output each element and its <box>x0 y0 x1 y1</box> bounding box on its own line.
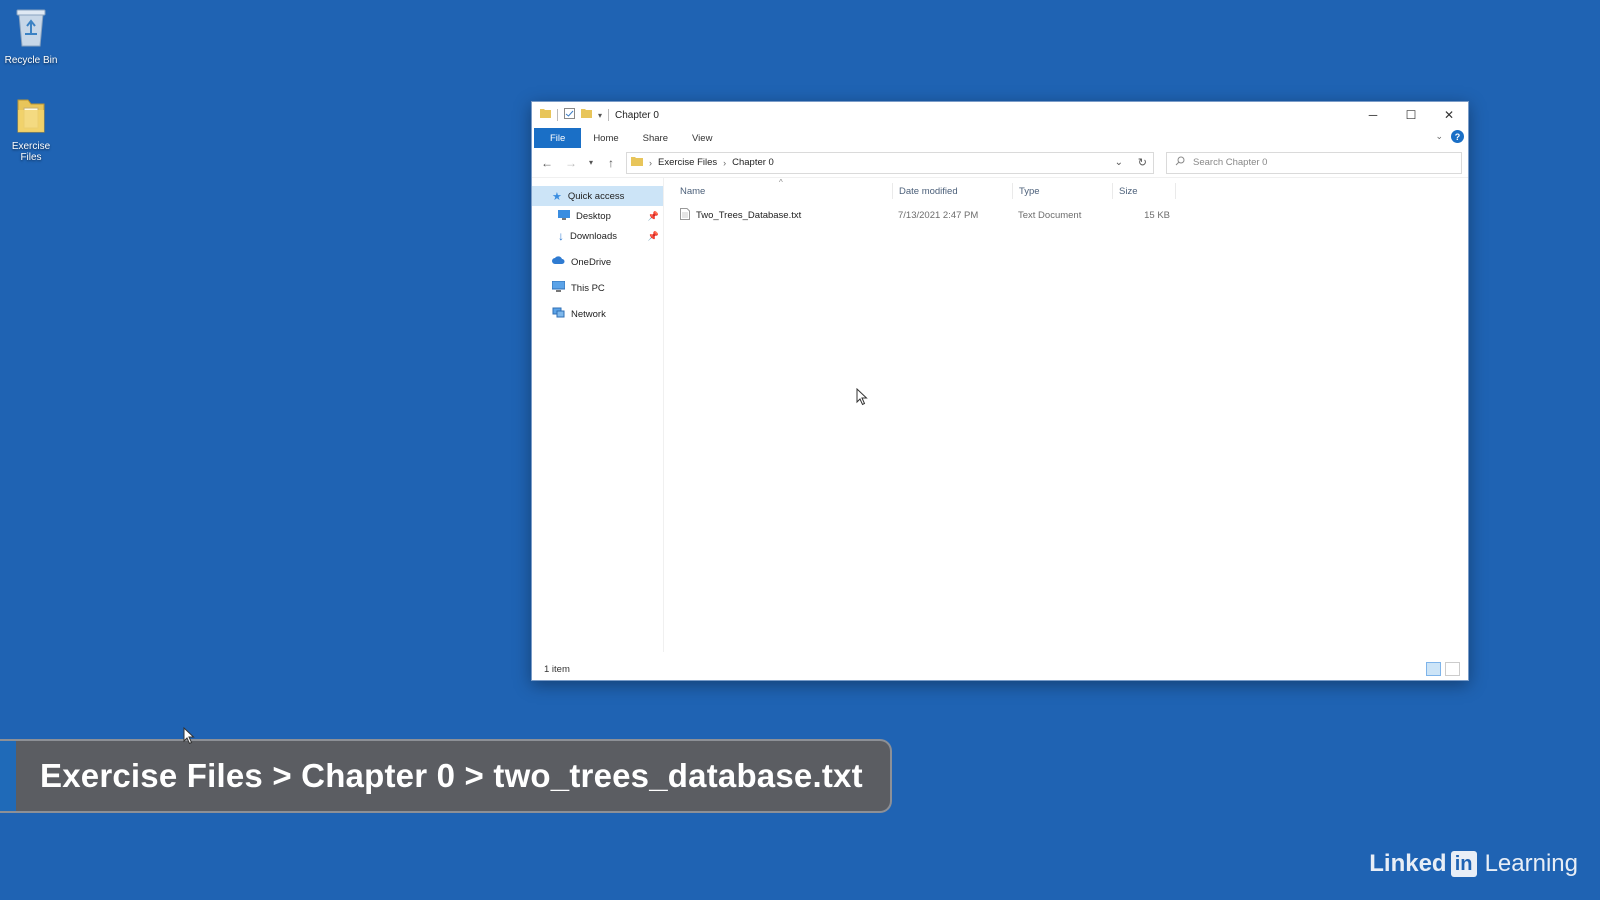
nav-item-label: Quick access <box>567 190 625 202</box>
folder-icon <box>0 96 62 137</box>
item-count: 1 item <box>544 663 570 675</box>
recent-locations-icon[interactable]: ▾ <box>586 158 596 167</box>
window-title: Chapter 0 <box>615 109 659 121</box>
nav-item-label: Network <box>571 308 606 320</box>
tab-view[interactable]: View <box>680 128 724 148</box>
file-list-pane[interactable]: ^ Name Date modified Type Size Two_Trees… <box>664 178 1468 652</box>
breadcrumb-chapter-0[interactable]: Chapter 0 <box>732 157 774 168</box>
file-size: 15 KB <box>1144 209 1170 221</box>
file-date: 7/13/2021 2:47 PM <box>898 209 979 221</box>
file-explorer-window[interactable]: ▾ Chapter 0 ─ ☐ ✕ File Home Share View ⌄… <box>531 101 1469 681</box>
breadcrumb-exercise-files[interactable]: Exercise Files <box>658 157 717 168</box>
download-arrow-icon: ↓ <box>558 229 564 243</box>
column-header-size[interactable]: Size <box>1112 183 1176 199</box>
quick-access-toolbar: ▾ <box>540 108 610 122</box>
nav-item-label: OneDrive <box>571 256 612 268</box>
address-row: ← → ▾ ↑ › Exercise Files › Chapter 0 ⌄ ↻… <box>532 148 1468 178</box>
search-box[interactable]: Search Chapter 0 <box>1166 151 1462 174</box>
nav-item-this-pc[interactable]: This PC <box>532 278 663 298</box>
search-icon <box>1175 156 1185 169</box>
linkedin-learning-logo: Linked in Learning <box>1369 850 1578 878</box>
title-bar[interactable]: ▾ Chapter 0 ─ ☐ ✕ <box>532 102 1468 128</box>
nav-item-desktop[interactable]: Desktop 📌 <box>532 206 663 226</box>
text-file-icon <box>680 207 690 223</box>
recycle-bin-icon <box>0 6 62 51</box>
divider <box>557 109 558 121</box>
tab-file[interactable]: File <box>534 128 582 148</box>
mouse-cursor-icon <box>183 726 195 750</box>
maximize-icon[interactable]: ☐ <box>1392 102 1430 128</box>
pin-icon[interactable]: 📌 <box>648 211 659 222</box>
forward-arrow-icon[interactable]: → <box>562 156 580 170</box>
caption-accent-bar <box>0 741 16 811</box>
column-header-type[interactable]: Type <box>1012 183 1112 199</box>
sort-ascending-icon: ^ <box>779 178 783 187</box>
cloud-icon <box>552 256 565 268</box>
desktop-icon <box>558 209 570 223</box>
file-type: Text Document <box>1018 209 1082 221</box>
help-icon[interactable]: ? <box>1451 130 1464 143</box>
tab-share[interactable]: Share <box>631 128 680 148</box>
tab-home[interactable]: Home <box>581 128 630 148</box>
expand-ribbon-icon[interactable]: ⌄ <box>1435 131 1443 142</box>
pin-icon[interactable]: 📌 <box>648 231 659 242</box>
computer-icon <box>551 280 566 295</box>
column-header-name[interactable]: Name <box>680 186 892 197</box>
large-icons-view-icon[interactable] <box>1445 662 1460 676</box>
nav-item-onedrive[interactable]: OneDrive <box>532 252 663 272</box>
nav-item-downloads[interactable]: ↓ Downloads 📌 <box>532 226 663 246</box>
pin-icon: ★ <box>552 190 562 203</box>
close-icon[interactable]: ✕ <box>1430 102 1468 128</box>
up-arrow-icon[interactable]: ↑ <box>602 156 620 170</box>
file-row[interactable]: Two_Trees_Database.txt 7/13/2021 2:47 PM… <box>664 204 1468 226</box>
brand-learning: Learning <box>1484 850 1578 877</box>
ribbon-tabs: File Home Share View ⌄ ? <box>532 128 1468 148</box>
desktop-icon-label: Recycle Bin <box>4 55 58 66</box>
folder-icon <box>540 108 551 122</box>
properties-icon[interactable] <box>564 108 575 122</box>
new-folder-icon[interactable] <box>581 108 592 122</box>
brand-in-badge: in <box>1450 851 1477 877</box>
nav-item-label: Desktop <box>576 210 611 222</box>
brand-linked: Linked <box>1369 850 1447 877</box>
lower-third-caption: Exercise Files > Chapter 0 > two_trees_d… <box>0 739 892 813</box>
chevron-down-icon[interactable]: ▾ <box>598 111 602 120</box>
refresh-icon[interactable]: ↻ <box>1138 156 1147 169</box>
desktop-icon-recycle-bin[interactable]: Recycle Bin <box>0 6 62 66</box>
network-icon <box>552 307 565 321</box>
desktop-icon-label: Exercise Files <box>11 141 51 163</box>
address-bar[interactable]: › Exercise Files › Chapter 0 ⌄ ↻ <box>626 151 1154 174</box>
nav-item-network[interactable]: Network <box>532 304 663 324</box>
mouse-cursor-icon <box>856 387 868 411</box>
navigation-pane: ★ Quick access Desktop 📌 ↓ Downloads 📌 O… <box>532 178 664 652</box>
chevron-down-icon[interactable]: ⌄ <box>1115 157 1123 168</box>
breadcrumb-separator-icon[interactable]: › <box>723 158 726 168</box>
status-bar: 1 item <box>532 658 1468 680</box>
nav-item-label: This PC <box>571 282 605 294</box>
column-headers: ^ Name Date modified Type Size <box>664 178 1468 204</box>
folder-icon <box>631 156 643 170</box>
breadcrumb-separator-icon[interactable]: › <box>649 158 652 168</box>
desktop-icon-exercise-files[interactable]: Exercise Files <box>0 96 62 163</box>
nav-item-label: Downloads <box>570 230 617 242</box>
file-name: Two_Trees_Database.txt <box>696 209 802 221</box>
back-arrow-icon[interactable]: ← <box>538 156 556 170</box>
details-view-icon[interactable] <box>1426 662 1441 676</box>
caption-text: Exercise Files > Chapter 0 > two_trees_d… <box>40 757 863 794</box>
column-header-date[interactable]: Date modified <box>892 183 1012 199</box>
search-input[interactable]: Search Chapter 0 <box>1193 157 1267 168</box>
divider <box>608 109 610 121</box>
minimize-icon[interactable]: ─ <box>1354 102 1392 128</box>
nav-item-quick-access[interactable]: ★ Quick access <box>532 186 663 206</box>
